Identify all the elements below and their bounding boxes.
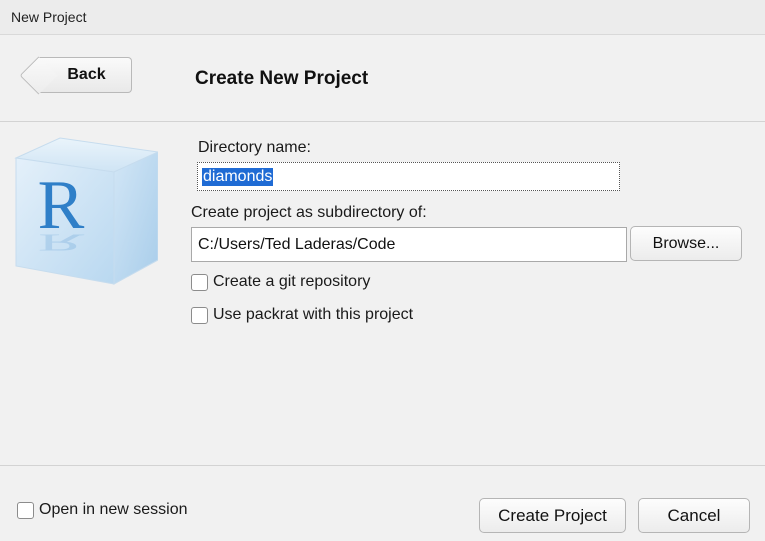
wizard-header: Back Create New Project <box>0 35 765 122</box>
directory-name-input[interactable]: diamonds <box>197 162 620 191</box>
back-arrow-icon <box>19 56 58 95</box>
browse-button[interactable]: Browse... <box>630 226 742 261</box>
open-new-session-option[interactable]: Open in new session <box>17 501 188 519</box>
open-new-session-label: Open in new session <box>39 501 188 518</box>
window-title: New Project <box>11 9 87 25</box>
git-repository-label: Create a git repository <box>213 273 371 290</box>
packrat-option[interactable]: Use packrat with this project <box>191 306 413 324</box>
packrat-label: Use packrat with this project <box>213 306 414 323</box>
cancel-button[interactable]: Cancel <box>638 498 750 533</box>
packrat-checkbox[interactable] <box>191 306 208 324</box>
r-logo-reflection: R <box>38 229 85 256</box>
open-new-session-checkbox[interactable] <box>17 501 34 519</box>
r-project-cube-icon: R R <box>14 137 158 285</box>
back-button-label: Back <box>67 66 106 83</box>
footer-divider <box>0 465 765 466</box>
page-title: Create New Project <box>195 68 369 89</box>
git-repository-checkbox[interactable] <box>191 273 208 291</box>
directory-name-label: Directory name: <box>198 139 311 156</box>
directory-name-value: diamonds <box>202 167 274 186</box>
subdirectory-path-value: C:/Users/Ted Laderas/Code <box>198 235 396 253</box>
git-repository-option[interactable]: Create a git repository <box>191 273 370 291</box>
subdirectory-label: Create project as subdirectory of: <box>191 204 427 221</box>
create-project-button[interactable]: Create Project <box>479 498 626 533</box>
back-button[interactable]: Back <box>19 56 132 95</box>
window-titlebar: New Project <box>0 0 765 35</box>
subdirectory-path-input[interactable]: C:/Users/Ted Laderas/Code <box>191 227 627 262</box>
